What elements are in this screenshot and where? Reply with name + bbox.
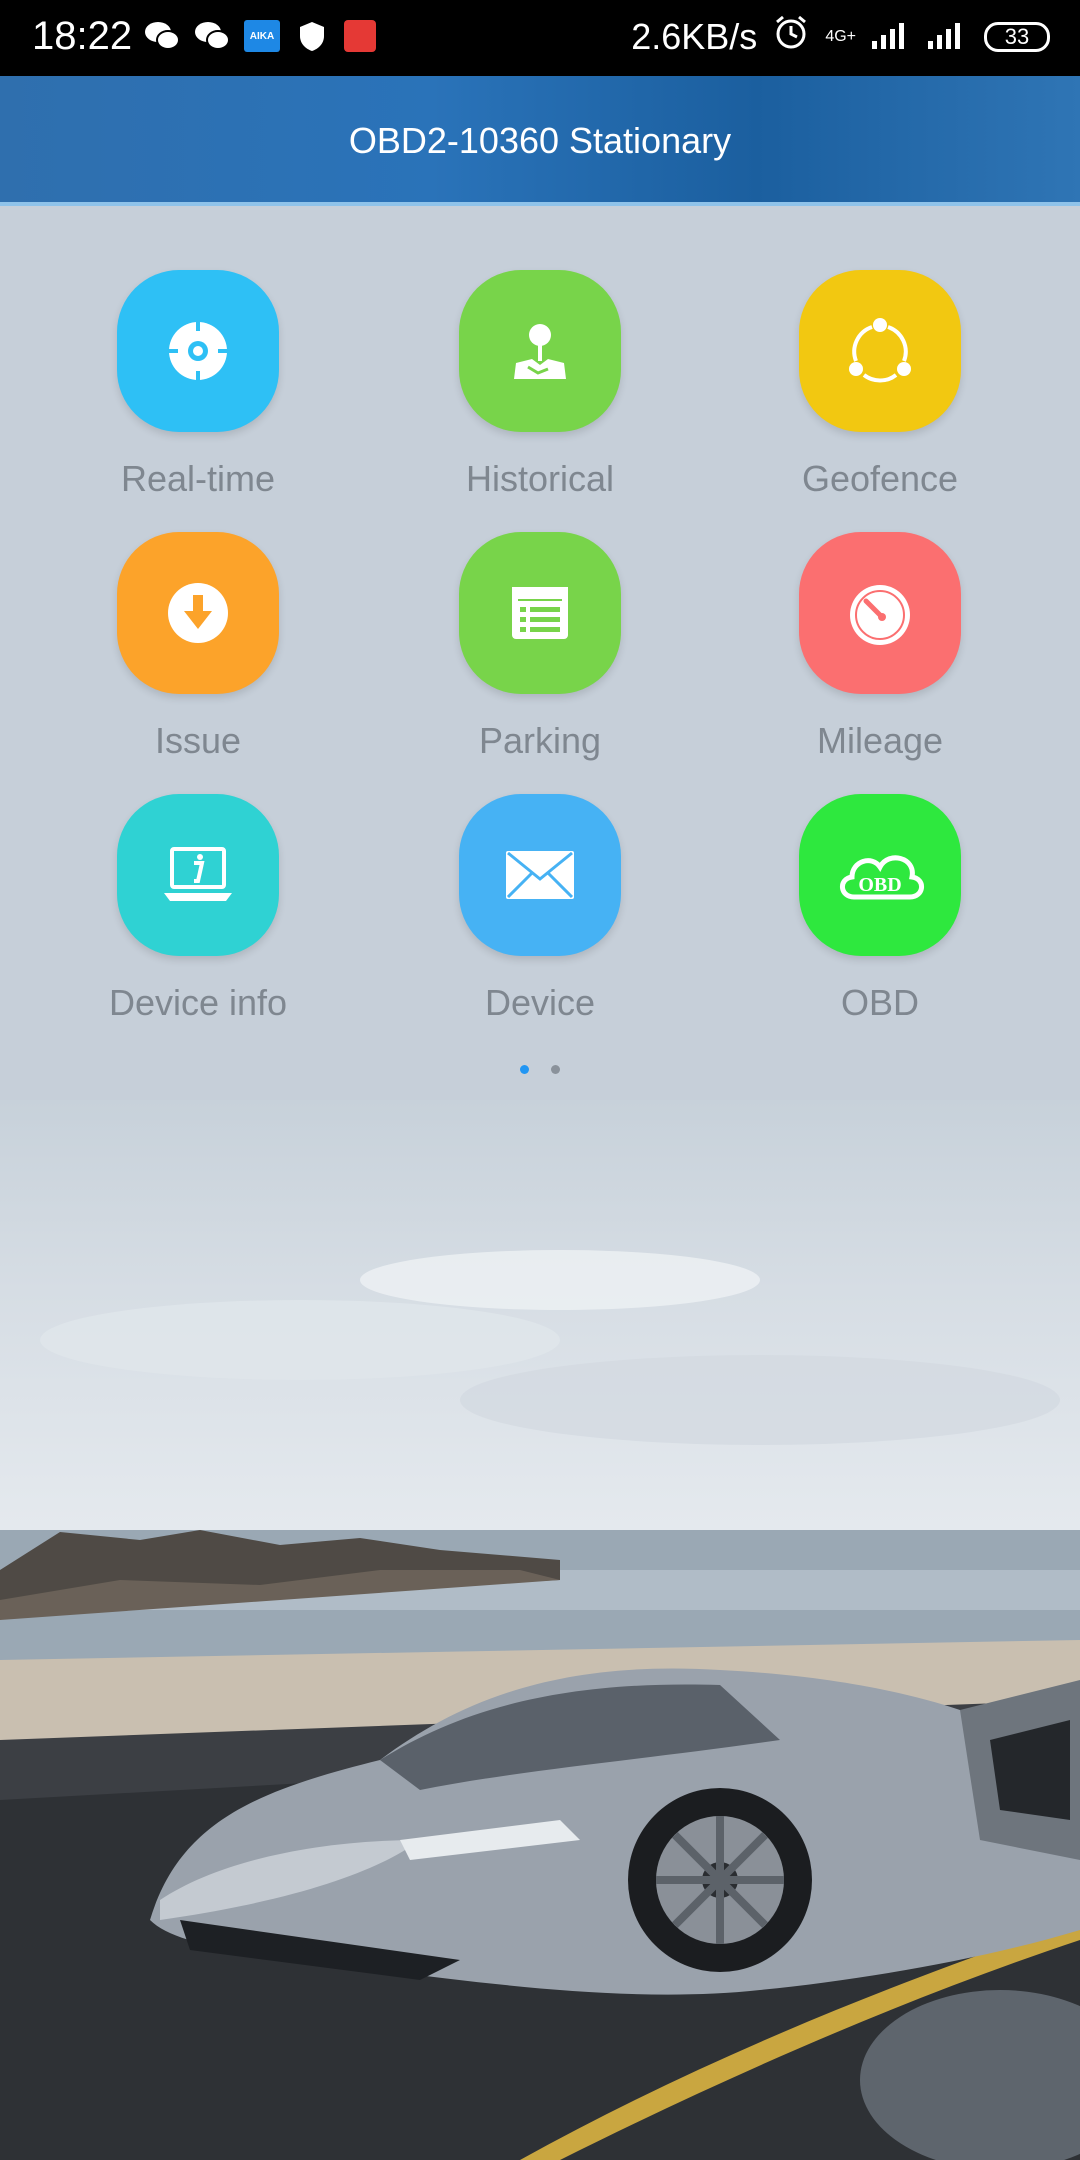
obd-icon-text: OBD	[858, 874, 901, 896]
laptop-info-icon[interactable]	[117, 794, 279, 956]
map-pin-icon[interactable]	[459, 270, 621, 432]
aika-app-icon: AIKA	[244, 20, 280, 52]
status-time: 18:22	[32, 14, 133, 58]
menu-item-mileage[interactable]: Mileage	[730, 532, 1030, 762]
status-right: 2.6KB/s 4G+ 33	[631, 14, 1050, 59]
menu-item-parking[interactable]: Parking	[390, 532, 690, 762]
network-speed: 2.6KB/s	[631, 15, 758, 57]
notification-icons: AIKA	[144, 18, 376, 54]
menu-label: Historical	[465, 458, 615, 499]
signal-icon	[928, 16, 968, 58]
car-wallpaper	[0, 1100, 1080, 2160]
signal-icon	[872, 16, 912, 58]
shield-icon	[294, 18, 330, 54]
target-icon[interactable]	[117, 270, 279, 432]
menu-item-device[interactable]: Device	[390, 794, 690, 1024]
page-title: OBD2-10360 Stationary	[348, 120, 732, 161]
menu-label: Geofence	[801, 458, 959, 499]
menu-label: Mileage	[816, 720, 944, 761]
obd-cloud-icon[interactable]: OBD	[799, 794, 961, 956]
page-dot[interactable]	[551, 1065, 560, 1074]
battery-indicator: 33	[984, 21, 1050, 52]
menu-label: Parking	[478, 720, 602, 761]
menu-item-realtime[interactable]: Real-time	[48, 270, 348, 500]
menu-label: Issue	[154, 720, 242, 761]
alarm-icon	[773, 14, 809, 59]
menu-label: Device	[484, 982, 596, 1023]
menu-item-historical[interactable]: Historical	[390, 270, 690, 500]
menu-label: Real-time	[120, 458, 276, 499]
menu-item-obd[interactable]: OBD OBD	[730, 794, 1030, 1024]
menu-item-issue[interactable]: Issue	[48, 532, 348, 762]
mail-icon[interactable]	[459, 794, 621, 956]
download-icon[interactable]	[117, 532, 279, 694]
menu-item-geofence[interactable]: Geofence	[730, 270, 1030, 500]
menu-label: OBD	[840, 982, 919, 1023]
status-bar: 18:22 AIKA 2.6KB/s 4G+ 33	[0, 0, 1080, 76]
wechat-icon	[194, 18, 230, 54]
menu-label: Device info	[108, 982, 288, 1023]
gauge-icon[interactable]	[799, 532, 961, 694]
menu-panel: Real-time Historical Geofence Issue Park…	[0, 210, 1080, 1100]
list-icon[interactable]	[459, 532, 621, 694]
menu-item-device-info[interactable]: Device info	[48, 794, 348, 1024]
geofence-icon[interactable]	[799, 270, 961, 432]
network-type: 4G+	[825, 27, 856, 45]
app-header: OBD2-10360 Stationary	[0, 76, 1080, 206]
app-notification-icon	[344, 20, 376, 52]
page-dot-active[interactable]	[520, 1065, 529, 1074]
wechat-icon	[144, 18, 180, 54]
page-indicator	[0, 1065, 1080, 1074]
